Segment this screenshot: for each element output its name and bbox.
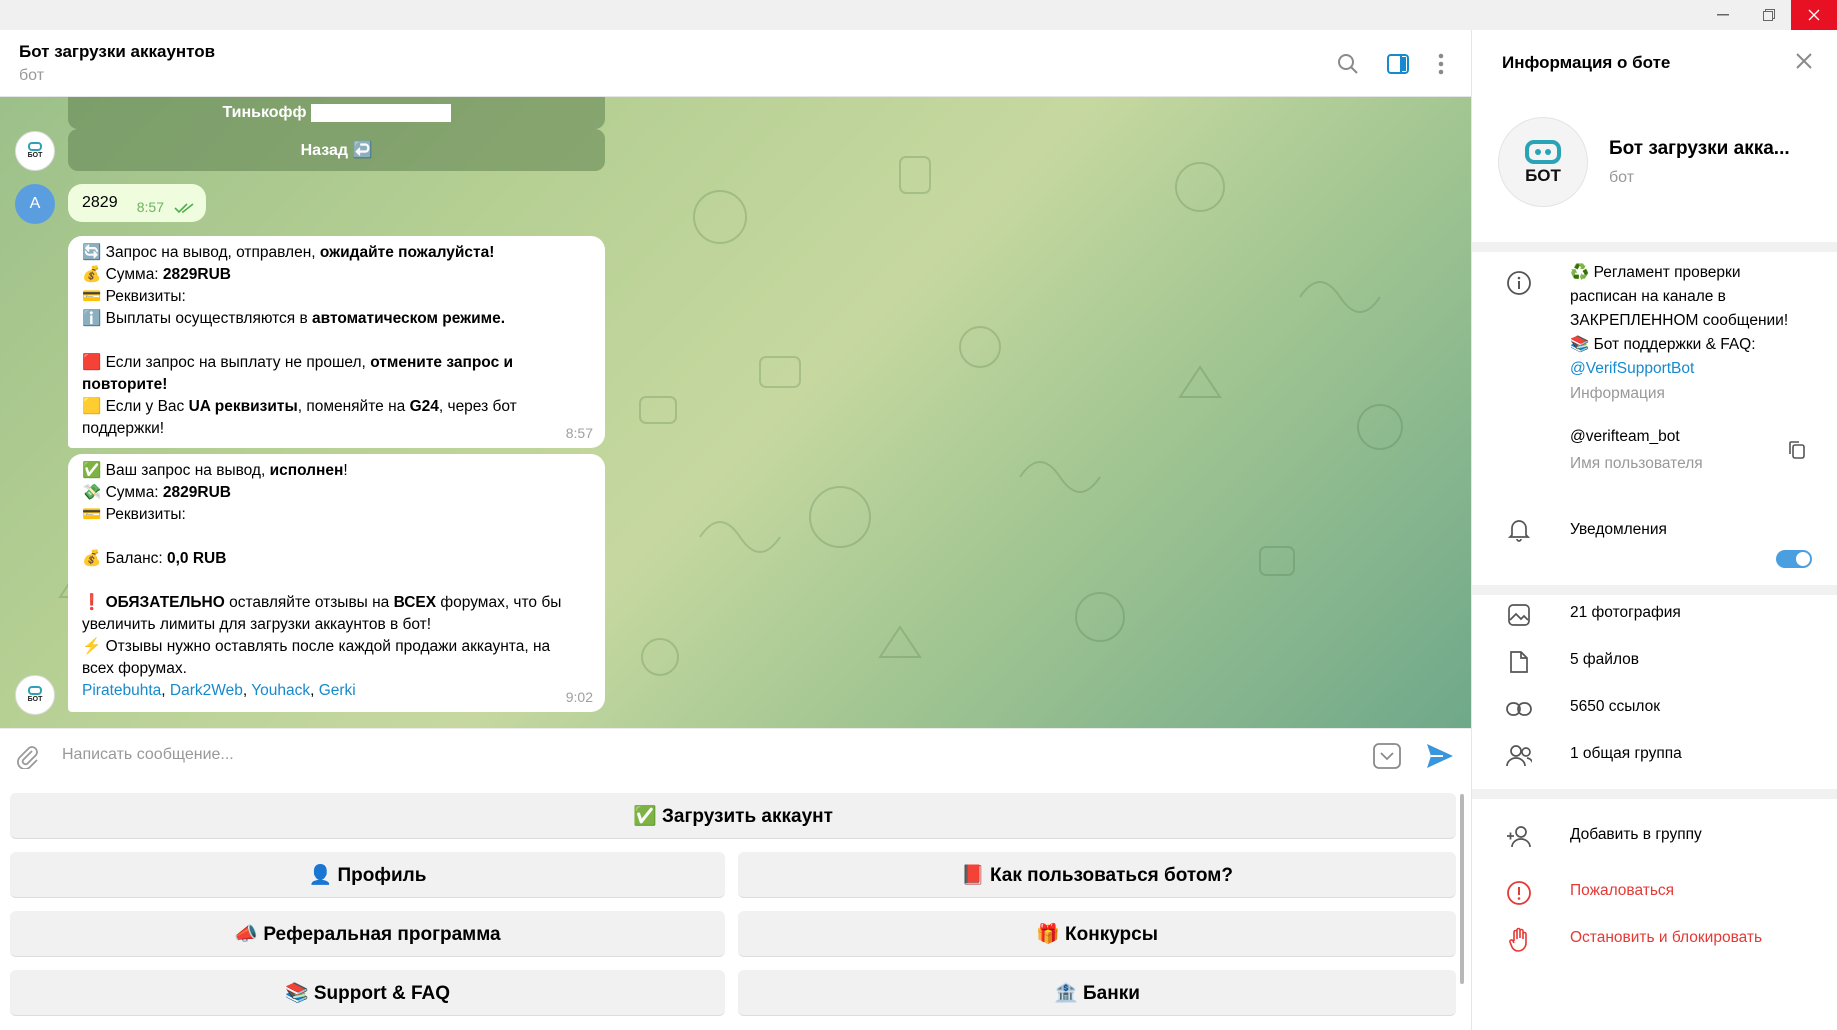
robot-icon <box>1525 139 1561 164</box>
forum-link[interactable]: Piratebuhta <box>82 682 161 699</box>
block-button[interactable]: Остановить и блокировать <box>1570 929 1762 947</box>
notifications-toggle[interactable] <box>1776 550 1812 568</box>
divider <box>1472 789 1837 799</box>
username-label: Имя пользователя <box>1570 455 1703 472</box>
profile-button[interactable]: 👤 Профиль <box>10 852 725 898</box>
sidebar-toggle-icon[interactable] <box>1382 48 1414 80</box>
bot-description: ♻️ Регламент проверки расписан на канале… <box>1570 261 1820 381</box>
bot-keyboard-icon[interactable] <box>1373 743 1401 774</box>
support-bot-link[interactable]: @VerifSupportBot <box>1570 357 1820 381</box>
robot-icon <box>28 686 42 695</box>
forum-link[interactable]: Youhack <box>251 682 310 699</box>
minimize-icon[interactable] <box>1700 0 1746 30</box>
window-titlebar <box>0 0 1837 30</box>
bell-icon <box>1506 517 1532 543</box>
keyboard-scrollbar[interactable] <box>1460 794 1464 984</box>
chat-header[interactable]: Бот загрузки аккаунтов бот <box>0 30 1471 97</box>
bot-status: бот <box>1609 169 1635 186</box>
chat-title: Бот загрузки аккаунтов <box>19 42 216 61</box>
copy-icon[interactable] <box>1788 440 1806 465</box>
groups-count[interactable]: 1 общая группа <box>1570 745 1682 763</box>
report-button[interactable]: Пожаловаться <box>1570 882 1674 900</box>
info-icon <box>1506 270 1532 296</box>
incoming-message[interactable]: ✅ Ваш запрос на вывод, исполнен! 💸 Сумма… <box>68 454 605 712</box>
upload-account-button[interactable]: ✅ Загрузить аккаунт <box>10 793 1456 839</box>
user-avatar[interactable]: A <box>15 184 55 224</box>
chat-messages-area[interactable]: Тинькофф Назад ↩️ БОТ A 2829 8:57 🔄 Запр… <box>0 97 1471 728</box>
outgoing-message[interactable]: 2829 8:57 <box>68 184 206 222</box>
links-count[interactable]: 5650 ссылок <box>1570 698 1660 716</box>
chat-subtitle: бот <box>19 67 45 84</box>
notifications-label: Уведомления <box>1570 521 1667 538</box>
divider <box>1472 242 1837 252</box>
inline-button-tinkoff[interactable]: Тинькофф <box>68 97 605 129</box>
send-icon[interactable] <box>1425 742 1455 775</box>
stop-hand-icon <box>1506 927 1532 953</box>
close-window-icon[interactable] <box>1791 0 1837 30</box>
report-icon <box>1506 880 1532 906</box>
group-icon <box>1506 743 1532 769</box>
contests-button[interactable]: 🎁 Конкурсы <box>738 911 1456 957</box>
forum-link[interactable]: Gerki <box>319 682 356 699</box>
files-count[interactable]: 5 файлов <box>1570 651 1639 669</box>
referral-button[interactable]: 📣 Реферальная программа <box>10 911 725 957</box>
link-icon <box>1506 696 1532 722</box>
photo-icon <box>1506 602 1532 628</box>
incoming-message[interactable]: 🔄 Запрос на вывод, отправлен, ожидайте п… <box>68 236 605 448</box>
bot-avatar[interactable]: БОТ <box>15 131 55 171</box>
bot-username[interactable]: @verifteam_bot <box>1570 428 1680 446</box>
search-icon[interactable] <box>1332 48 1364 80</box>
forum-link[interactable]: Dark2Web <box>170 682 243 699</box>
info-label: Информация <box>1570 385 1665 402</box>
bot-info-panel: Информация о боте БОТ Бот загрузки акка.… <box>1471 30 1837 1030</box>
panel-title: Информация о боте <box>1502 53 1671 72</box>
file-icon <box>1506 649 1532 675</box>
more-options-icon[interactable] <box>1425 48 1457 80</box>
robot-icon <box>28 142 42 151</box>
attach-icon[interactable] <box>14 743 40 774</box>
message-input[interactable]: Написать сообщение... <box>62 746 234 764</box>
photos-count[interactable]: 21 фотография <box>1570 604 1681 622</box>
add-to-group-button[interactable]: Добавить в группу <box>1570 826 1702 844</box>
read-checkmarks-icon <box>174 203 194 214</box>
howto-button[interactable]: 📕 Как пользоваться ботом? <box>738 852 1456 898</box>
add-user-icon <box>1506 824 1532 850</box>
bot-avatar[interactable]: БОТ <box>15 675 55 715</box>
bot-name: Бот загрузки акка... <box>1609 138 1790 159</box>
banks-button[interactable]: 🏦 Банки <box>738 970 1456 1016</box>
restore-icon[interactable] <box>1746 0 1792 30</box>
divider <box>1472 585 1837 595</box>
bot-profile-avatar[interactable]: БОТ <box>1498 117 1588 207</box>
close-icon[interactable] <box>1795 52 1813 75</box>
reply-keyboard: ✅ Загрузить аккаунт 👤 Профиль 📕 Как поль… <box>0 783 1471 1030</box>
message-composer: Написать сообщение... <box>0 728 1471 783</box>
inline-button-back[interactable]: Назад ↩️ <box>68 129 605 171</box>
support-faq-button[interactable]: 📚 Support & FAQ <box>10 970 725 1016</box>
